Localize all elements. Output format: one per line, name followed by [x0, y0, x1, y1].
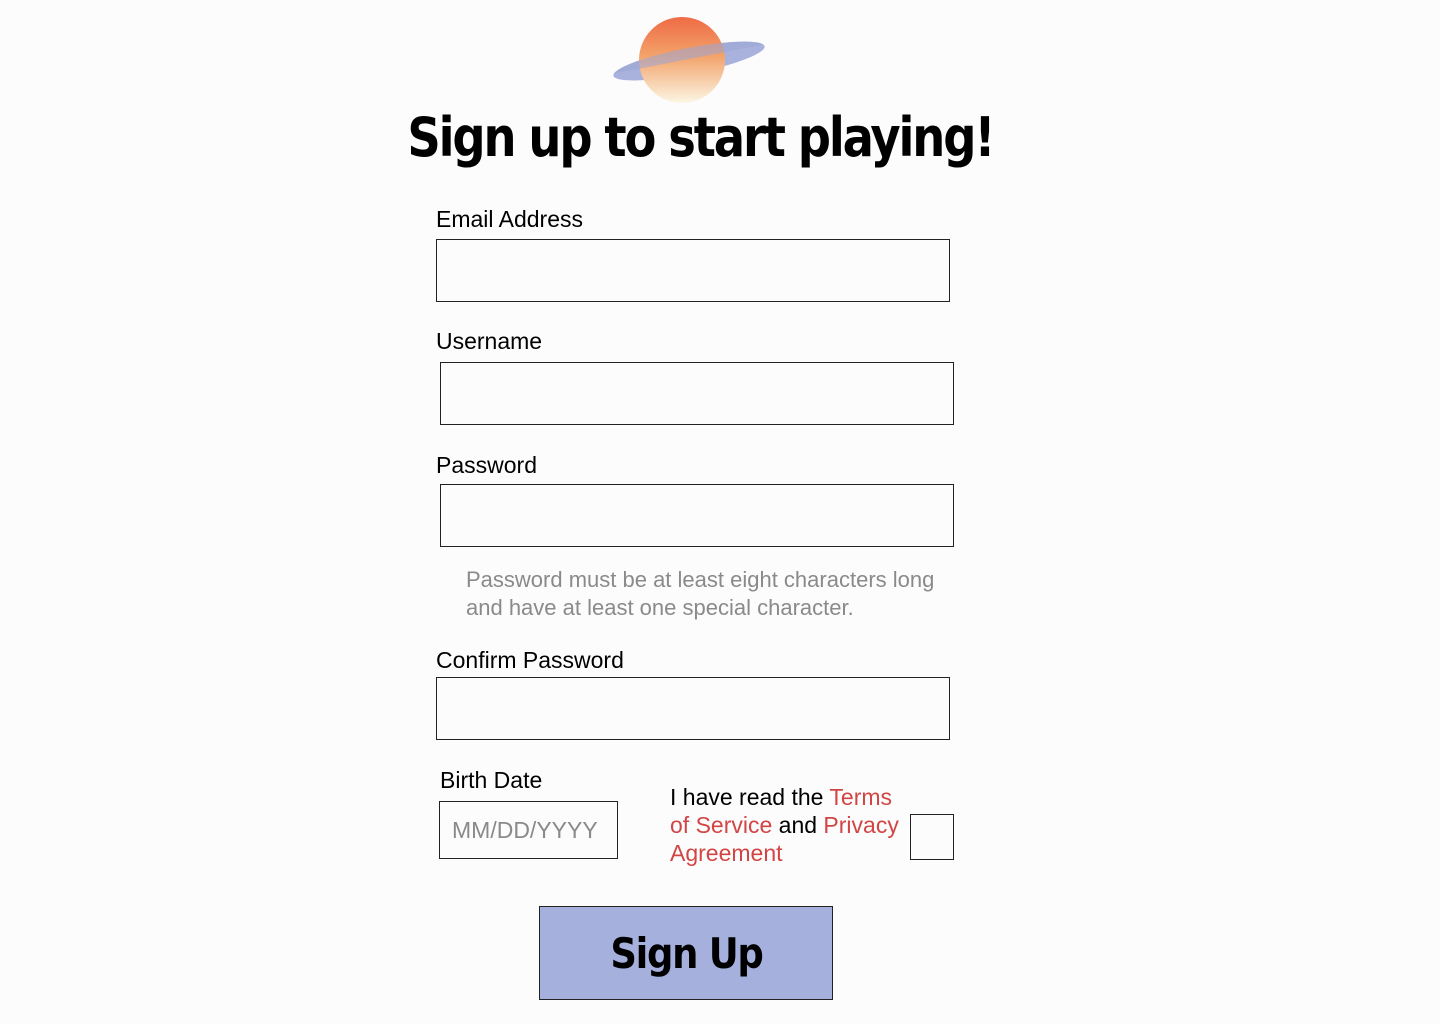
password-hint: Password must be at least eight characte…: [466, 567, 935, 620]
password-label: Password: [436, 452, 537, 478]
email-input[interactable]: [436, 239, 950, 302]
email-label: Email Address: [436, 206, 584, 232]
confirm-password-input[interactable]: [436, 677, 950, 740]
page-title: Sign up to start playing!: [407, 106, 995, 169]
sign-up-label: Sign Up: [609, 928, 763, 978]
terms-statement: I have read the Terms of Service and Pri…: [670, 783, 910, 867]
sign-up-button[interactable]: Sign Up: [539, 906, 833, 1000]
confirm-password-label: Confirm Password: [436, 647, 624, 673]
terms-prefix: I have read the: [670, 784, 830, 810]
username-label: Username: [436, 328, 543, 354]
birth-date-label: Birth Date: [440, 767, 543, 793]
planet-icon: [613, 17, 765, 103]
birth-date-input[interactable]: [439, 801, 618, 859]
terms-middle: and: [772, 812, 824, 838]
password-input[interactable]: [440, 484, 954, 547]
username-input[interactable]: [440, 362, 954, 425]
terms-checkbox[interactable]: [910, 814, 954, 860]
